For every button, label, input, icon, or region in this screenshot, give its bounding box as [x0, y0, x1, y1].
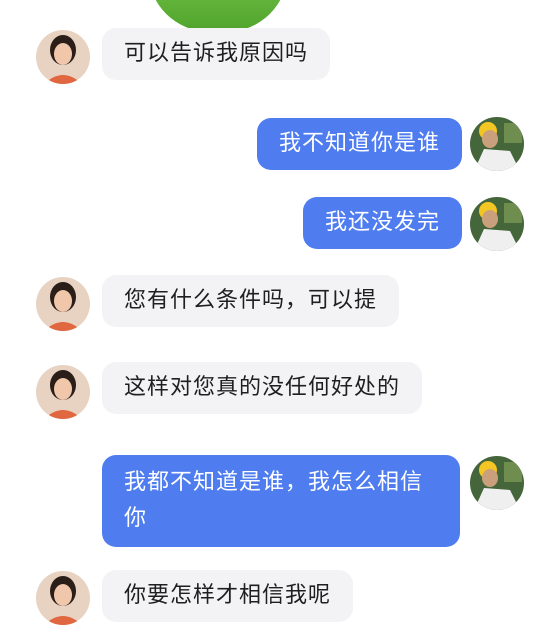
- message-bubble-incoming[interactable]: 可以告诉我原因吗: [102, 28, 331, 80]
- message-bubble-outgoing[interactable]: 我不知道你是谁: [256, 118, 462, 170]
- user-avatar[interactable]: [470, 117, 524, 171]
- message-bubble-incoming[interactable]: 你要怎样才相信我呢: [102, 570, 354, 622]
- contact-avatar[interactable]: [36, 277, 90, 331]
- contact-avatar[interactable]: [36, 365, 90, 419]
- message-bubble-incoming[interactable]: 这样对您真的没任何好处的: [102, 362, 423, 414]
- user-avatar[interactable]: [470, 456, 524, 510]
- message-bubble-incoming[interactable]: 您有什么条件吗，可以提: [102, 275, 400, 327]
- user-avatar[interactable]: [470, 197, 524, 251]
- contact-avatar[interactable]: [36, 30, 90, 84]
- chat-window: 可以告诉我原因吗 我不知道你是谁 我还没发完 您有什么条件吗，可以提 这样对您真…: [0, 0, 544, 640]
- message-bubble-outgoing[interactable]: 我还没发完: [302, 197, 462, 249]
- message-bubble-outgoing[interactable]: 我都不知道是谁，我怎么相信你: [102, 455, 460, 547]
- contact-avatar[interactable]: [36, 571, 90, 625]
